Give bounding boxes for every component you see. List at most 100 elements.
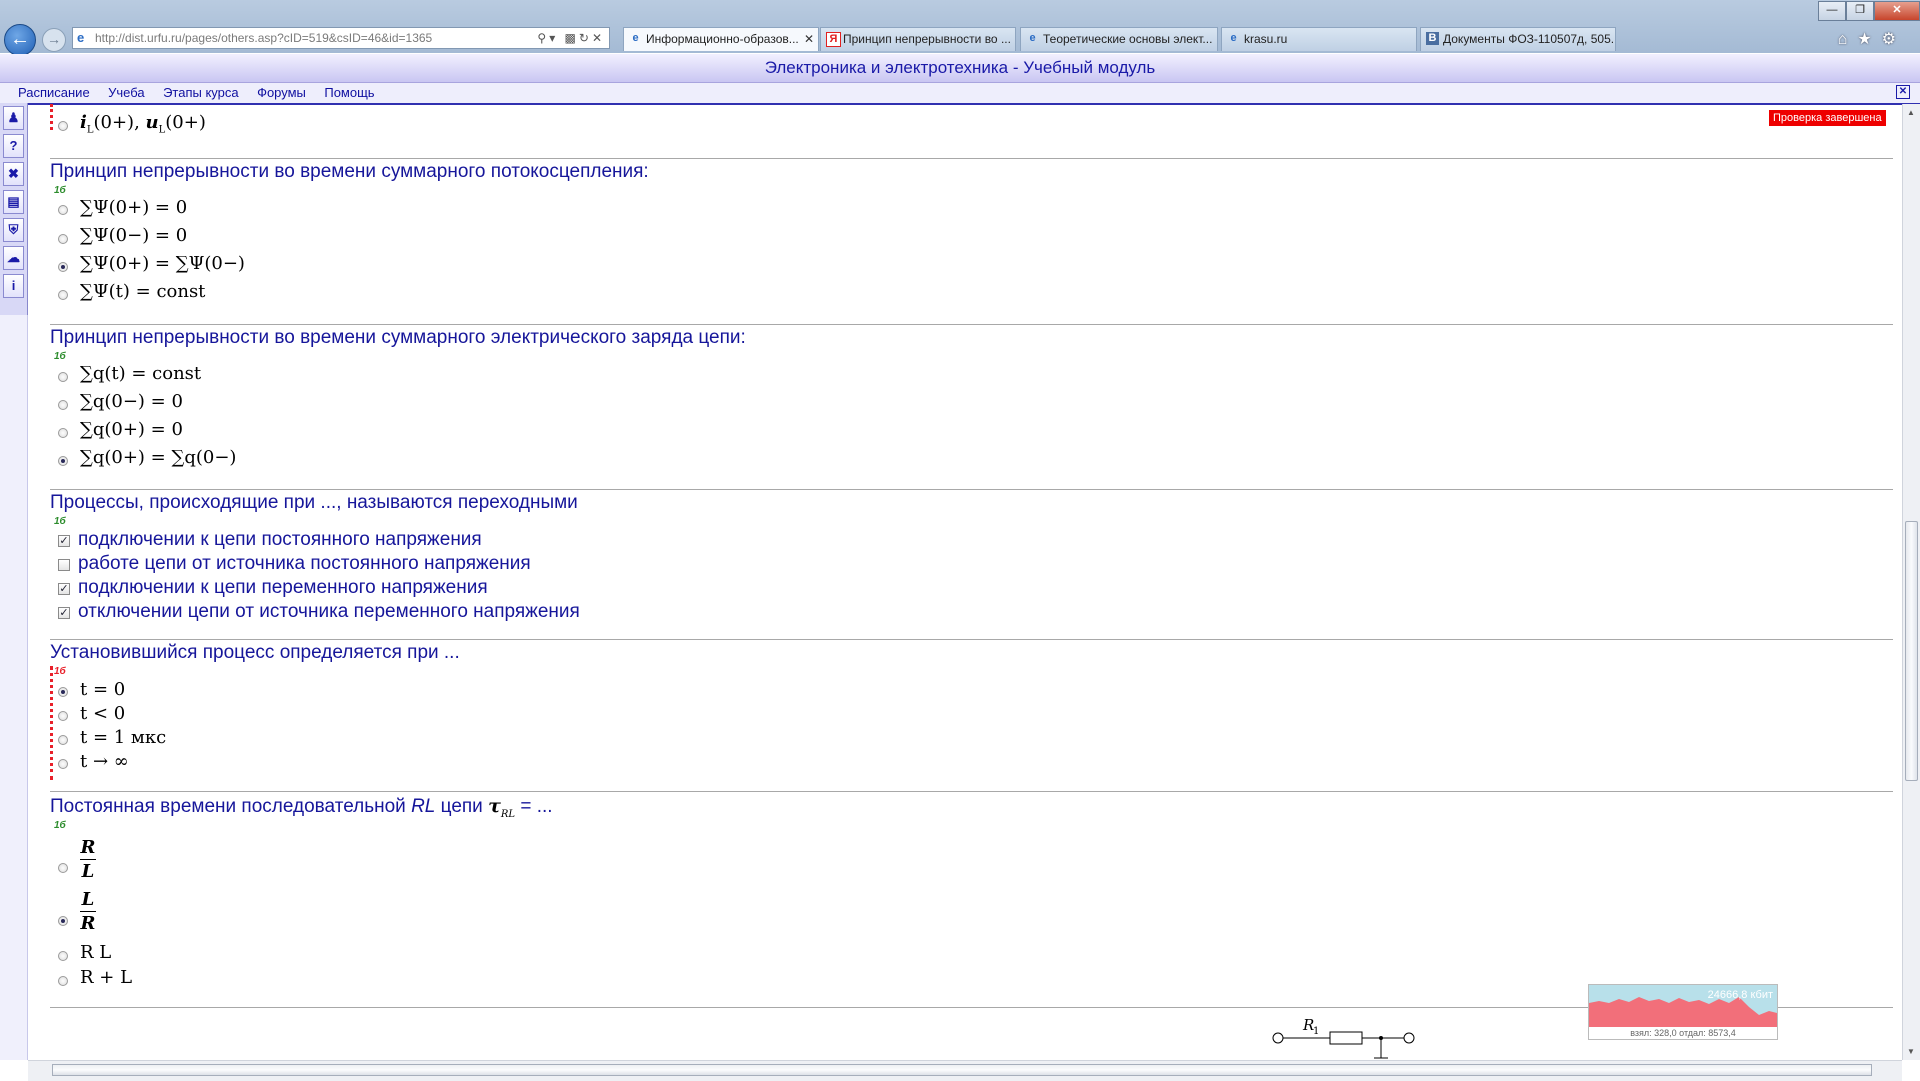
side-strip xyxy=(0,315,28,1060)
home-icon[interactable]: ⌂ xyxy=(1838,31,1858,48)
tab-label: Информационно-образов... xyxy=(646,32,799,46)
tab-label: Теоретические основы элект... xyxy=(1043,32,1213,46)
card-icon[interactable]: ▤ xyxy=(3,190,24,214)
answer-checkbox-checked[interactable]: ✓ xyxy=(58,535,70,547)
points-label: 1б xyxy=(54,666,66,677)
tab-2[interactable]: Я Принцип непрерывности во ... xyxy=(820,27,1016,51)
network-traffic-area xyxy=(1589,997,1777,1027)
answer-radio[interactable] xyxy=(58,759,68,769)
answer-option: ∑Ψ(t) = const xyxy=(80,281,206,302)
minimize-button[interactable]: — xyxy=(1818,1,1846,21)
points-label: 1б xyxy=(54,185,66,196)
window-controls: — ❐ ✕ xyxy=(1818,0,1920,21)
answer-radio-selected[interactable] xyxy=(58,456,68,466)
answer-option: ∑q(0+) = ∑q(0−) xyxy=(80,447,237,468)
answer-checkbox[interactable] xyxy=(58,559,70,571)
separator xyxy=(50,158,1893,159)
answer-radio[interactable] xyxy=(58,121,68,131)
question-title: Процессы, происходящие при ..., называют… xyxy=(50,492,578,513)
tab-1[interactable]: e Информационно-образов... ✕ xyxy=(623,27,819,51)
menu-help[interactable]: Помощь xyxy=(324,83,374,102)
answer-option: RL xyxy=(80,837,96,882)
answer-option: подключении к цепи переменного напряжени… xyxy=(78,577,488,598)
answer-option: t < 0 xyxy=(80,703,126,724)
person-icon[interactable]: ♟ xyxy=(3,106,24,130)
menu-course-stages[interactable]: Этапы курса xyxy=(163,83,239,102)
tab-3[interactable]: e Теоретические основы элект... xyxy=(1020,27,1218,51)
answer-radio[interactable] xyxy=(58,205,68,215)
page-title: Электроника и электротехника - Учебный м… xyxy=(0,54,1920,83)
tools-icon[interactable]: ✖ xyxy=(3,162,24,186)
answer-option: LR xyxy=(80,889,96,934)
horizontal-scrollbar[interactable] xyxy=(28,1060,1902,1081)
scroll-thumb[interactable] xyxy=(52,1064,1872,1076)
favorites-icon[interactable]: ★ xyxy=(1857,31,1881,48)
back-button[interactable]: ← xyxy=(4,24,36,56)
menu-study[interactable]: Учеба xyxy=(108,83,145,102)
vertical-scrollbar[interactable]: ▲ ▼ xyxy=(1902,104,1920,1060)
shield-icon[interactable]: ⛨ xyxy=(3,218,24,242)
browser-tools: ⌂★⚙ xyxy=(1838,29,1906,49)
answer-radio[interactable] xyxy=(58,428,68,438)
answer-option: ∑Ψ(0−) = 0 xyxy=(80,225,188,246)
vk-icon: B xyxy=(1426,32,1439,45)
answer-radio[interactable] xyxy=(58,711,68,721)
address-tools[interactable]: ⚲▾ ▩↻✕ xyxy=(537,28,605,48)
question-title: Установившийся процесс определяется при … xyxy=(50,642,460,663)
close-window-button[interactable]: ✕ xyxy=(1874,1,1920,21)
tab-label: Документы ФОЗ-110507д, 505... xyxy=(1443,32,1616,46)
cloud-icon[interactable]: ☁ xyxy=(3,246,24,270)
ie-icon: e xyxy=(632,32,639,44)
answer-option: R + L xyxy=(80,967,133,988)
question-title: Принцип непрерывности во времени суммарн… xyxy=(50,161,649,182)
tab-label: krasu.ru xyxy=(1244,32,1288,46)
answer-radio[interactable] xyxy=(58,400,68,410)
answer-radio[interactable] xyxy=(58,290,68,300)
help-icon[interactable]: ? xyxy=(3,134,24,158)
answer-radio[interactable] xyxy=(58,863,68,873)
tab-4[interactable]: e krasu.ru xyxy=(1221,27,1417,51)
resistor xyxy=(1329,1031,1363,1045)
close-icon[interactable]: ✕ xyxy=(1896,85,1910,99)
answer-option: R L xyxy=(80,942,112,963)
ie-icon: e xyxy=(1029,32,1036,44)
answer-radio[interactable] xyxy=(58,735,68,745)
tab-5[interactable]: B Документы ФОЗ-110507д, 505... xyxy=(1420,27,1616,51)
answer-radio-selected[interactable] xyxy=(58,916,68,926)
ie-icon: e xyxy=(1230,32,1237,44)
points-label: 1б xyxy=(54,516,66,527)
answer-radio-selected[interactable] xyxy=(58,262,68,272)
gear-icon[interactable]: ⚙ xyxy=(1882,31,1906,48)
answer-radio-selected[interactable] xyxy=(58,687,68,697)
answer-radio[interactable] xyxy=(58,234,68,244)
points-label: 1б xyxy=(54,820,66,831)
answer-option: ∑q(0−) = 0 xyxy=(80,391,183,412)
scroll-down-icon[interactable]: ▼ xyxy=(1907,1047,1915,1056)
close-icon[interactable]: ✕ xyxy=(804,28,814,50)
terminal xyxy=(1403,1032,1415,1044)
error-marker xyxy=(50,666,53,780)
question-title: Принцип непрерывности во времени суммарн… xyxy=(50,327,746,348)
answer-option: ∑q(t) = const xyxy=(80,363,202,384)
scroll-up-icon[interactable]: ▲ xyxy=(1907,108,1915,117)
answer-option: подключении к цепи постоянного напряжени… xyxy=(78,529,482,550)
side-toolbar: ♟ ? ✖ ▤ ⛨ ☁ i xyxy=(0,103,28,315)
answer-radio[interactable] xyxy=(58,976,68,986)
answer-radio[interactable] xyxy=(58,372,68,382)
circuit-diagram: R 1 xyxy=(1272,1016,1415,1059)
address-bar[interactable]: e http://dist.urfu.ru/pages/others.asp?c… xyxy=(72,27,610,49)
maximize-button[interactable]: ❐ xyxy=(1846,1,1874,21)
answer-checkbox-checked[interactable]: ✓ xyxy=(58,583,70,595)
separator xyxy=(50,791,1893,792)
forward-button[interactable]: → xyxy=(42,28,66,52)
menu-forums[interactable]: Форумы xyxy=(257,83,306,102)
info-icon[interactable]: i xyxy=(3,274,24,298)
scroll-thumb[interactable] xyxy=(1905,521,1918,781)
menu-schedule[interactable]: Расписание xyxy=(18,83,90,102)
answer-checkbox-checked[interactable]: ✓ xyxy=(58,607,70,619)
answer-radio[interactable] xyxy=(58,951,68,961)
browser-toolbar: ← → e http://dist.urfu.ru/pages/others.a… xyxy=(0,0,1920,56)
answer-option: ∑q(0+) = 0 xyxy=(80,419,183,440)
test-content: iL(0+), uL(0+) Принцип непрерывности во … xyxy=(28,104,1903,1060)
answer-option: iL(0+), uL(0+) xyxy=(80,112,206,136)
